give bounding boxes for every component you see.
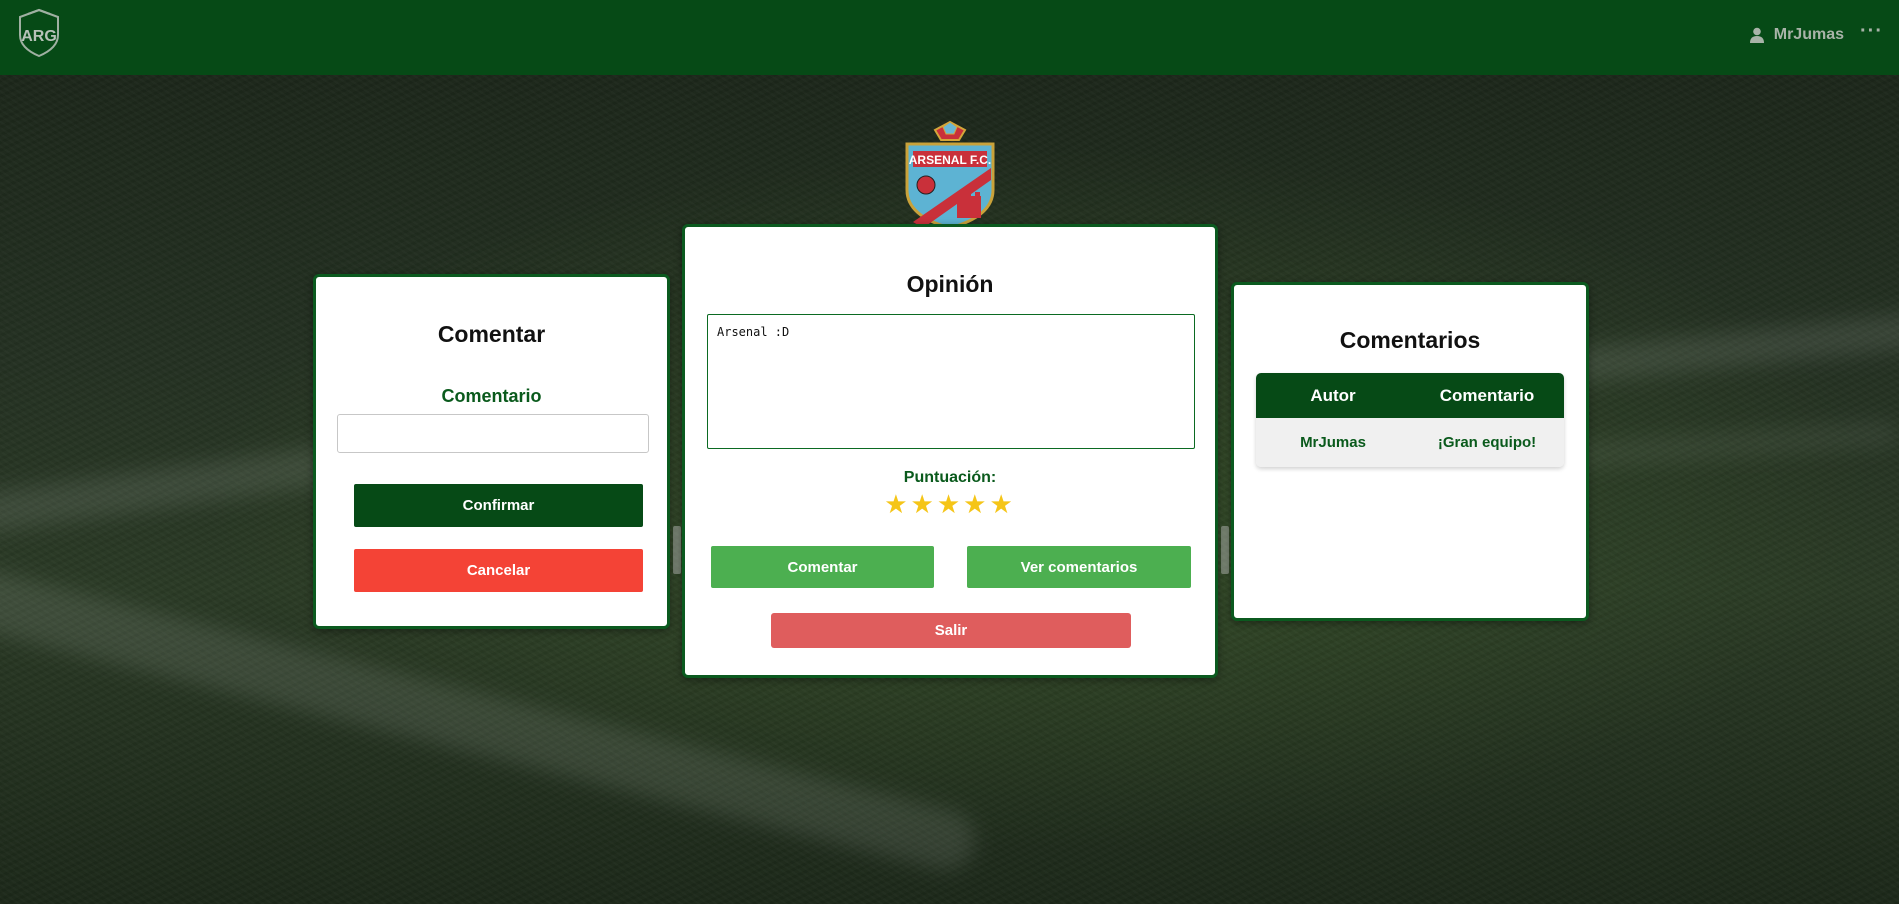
column-header-comment: Comentario xyxy=(1410,373,1564,418)
comments-title: Comentarios xyxy=(1339,327,1481,353)
comments-card: Comentarios Autor Comentario MrJumas ¡Gr… xyxy=(1231,282,1589,621)
star-icon[interactable]: ★ xyxy=(989,490,1015,520)
user-icon xyxy=(1749,27,1764,43)
scroll-handle-right[interactable] xyxy=(1221,526,1229,574)
star-icon[interactable]: ★ xyxy=(911,490,937,520)
comment-field-label: Comentario xyxy=(441,386,542,406)
opinion-textarea[interactable]: Arsenal :D xyxy=(707,314,1195,449)
score-label: Puntuación: xyxy=(903,469,997,486)
view-comments-button[interactable]: Ver comentarios xyxy=(967,546,1191,588)
crest-name: ARSENAL F.C. xyxy=(909,153,991,167)
scroll-handle-left[interactable] xyxy=(673,526,681,574)
shield-logo-icon: ARG xyxy=(19,8,59,58)
club-crest: ARSENAL F.C. xyxy=(899,118,1001,230)
opinion-title: Opinión xyxy=(906,271,994,297)
star-icon[interactable]: ★ xyxy=(937,490,963,520)
cancel-button[interactable]: Cancelar xyxy=(354,549,643,592)
comment-input[interactable] xyxy=(337,414,649,453)
user-menu[interactable]: MrJumas xyxy=(1749,22,1844,48)
column-header-author: Autor xyxy=(1256,373,1410,418)
comment-form-title: Comentar xyxy=(437,321,546,347)
comment-form-card: Comentar Comentario Confirmar Cancelar xyxy=(313,274,670,629)
comment-button[interactable]: Comentar xyxy=(711,546,934,588)
opinion-card: Opinión Arsenal :D Puntuación: ★★★★★ Com… xyxy=(682,224,1218,678)
logo-text: ARG xyxy=(21,28,57,45)
comment-author-cell: MrJumas xyxy=(1256,418,1410,467)
table-row: MrJumas ¡Gran equipo! xyxy=(1256,418,1564,467)
more-options-icon[interactable]: ··· xyxy=(1860,20,1883,43)
star-icon[interactable]: ★ xyxy=(963,490,989,520)
star-icon[interactable]: ★ xyxy=(884,490,910,520)
comment-text-cell: ¡Gran equipo! xyxy=(1410,418,1564,467)
top-navbar: ARG MrJumas ··· xyxy=(0,0,1899,75)
user-name: MrJumas xyxy=(1773,26,1844,43)
comments-table: Autor Comentario MrJumas ¡Gran equipo! xyxy=(1256,373,1564,467)
brand-logo[interactable]: ARG xyxy=(14,8,64,58)
star-rating[interactable]: ★★★★★ xyxy=(685,489,1215,521)
confirm-button[interactable]: Confirmar xyxy=(354,484,643,527)
exit-button[interactable]: Salir xyxy=(771,613,1131,648)
table-header-row: Autor Comentario xyxy=(1256,373,1564,418)
